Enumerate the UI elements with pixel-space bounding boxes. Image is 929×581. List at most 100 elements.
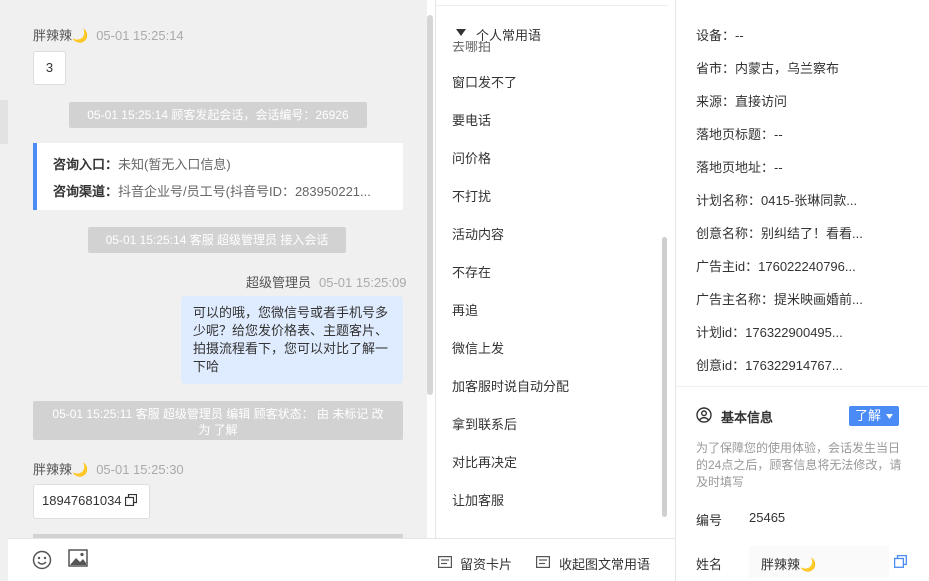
info-value: -- xyxy=(774,127,783,142)
phrase-item[interactable]: 让加客服 xyxy=(452,490,504,509)
info-row-region: 省市：内蒙古，乌兰察布 xyxy=(696,58,839,77)
info-key: 来源： xyxy=(696,94,736,109)
left-strip xyxy=(0,0,8,581)
inquiry-channel-label: 咨询渠道： xyxy=(53,184,119,199)
inquiry-channel-value: 抖音企业号/员工号(抖音号ID：283950221... xyxy=(118,184,371,199)
copy-icon[interactable] xyxy=(125,493,138,507)
phrase-item[interactable]: 问价格 xyxy=(452,148,491,167)
sender-name: 胖辣辣🌙 xyxy=(33,462,89,477)
phrase-item[interactable]: 加客服时说自动分配 xyxy=(452,376,569,395)
caret-down-icon xyxy=(456,29,466,36)
message-time: 05-01 15:25:30 xyxy=(96,462,184,477)
lead-card-button[interactable]: 留资卡片 xyxy=(460,554,512,573)
info-row-landing-title: 落地页标题：-- xyxy=(696,124,783,143)
customer-name-field[interactable]: 胖辣辣🌙 xyxy=(749,546,889,578)
info-value: 176022240796... xyxy=(758,259,856,274)
inquiry-info-card: 咨询入口：未知(暂无入口信息) 咨询渠道：抖音企业号/员工号(抖音号ID：283… xyxy=(33,143,403,210)
info-row-plan-name: 计划名称：0415-张琳同款... xyxy=(696,190,857,209)
agent-message-bubble[interactable]: 可以的哦，您微信号或者手机号多 少呢？给您发价格表、主题客片、 拍摄流程看下，您… xyxy=(181,296,403,384)
card-icon xyxy=(438,556,452,568)
customer-id-label: 编号 xyxy=(696,513,723,528)
user-icon xyxy=(696,407,712,423)
emoji-icon[interactable] xyxy=(32,550,52,570)
phrase-item[interactable]: 要电话 xyxy=(452,110,491,129)
phrase-item[interactable]: 窗口发不了 xyxy=(452,72,517,91)
info-row-landing-url: 落地页地址：-- xyxy=(696,157,783,176)
phrases-header[interactable]: 个人常用语 xyxy=(436,0,668,43)
phrases-header-title: 个人常用语 xyxy=(476,28,542,43)
phrase-item[interactable]: 活动内容 xyxy=(452,224,504,243)
collapse-phrases-button[interactable]: 收起图文常用语 xyxy=(559,554,650,573)
info-row-advertiser-name: 广告主名称：提米映画婚前... xyxy=(696,289,863,308)
info-key: 广告主id： xyxy=(696,259,759,274)
section-header-partial xyxy=(696,0,896,4)
info-key: 省市： xyxy=(696,61,736,76)
info-key: 计划名称： xyxy=(696,193,762,208)
info-key: 广告主名称： xyxy=(696,292,775,307)
info-value: 直接访问 xyxy=(735,94,788,109)
info-row-advertiser-id: 广告主id：176022240796... xyxy=(696,256,856,275)
info-value: 别纠结了！看看... xyxy=(761,226,863,241)
system-message: 05-01 15:25:14 顾客发起会话，会话编号：26926 xyxy=(69,102,367,128)
chat-panel[interactable]: 胖辣辣🌙 05-01 15:25:14 3 05-01 15:25:14 顾客发起… xyxy=(8,0,427,538)
inquiry-channel-row: 咨询渠道：抖音企业号/员工号(抖音号ID：283950221... xyxy=(53,178,403,205)
image-icon[interactable] xyxy=(68,549,88,567)
inquiry-entry-label: 咨询入口： xyxy=(53,157,119,172)
sender-name: 胖辣辣🌙 xyxy=(33,28,89,43)
message-text: 18947681034 xyxy=(42,493,122,508)
sender-name: 超级管理员 xyxy=(246,275,312,290)
customer-status-dropdown[interactable]: 了解 xyxy=(849,406,899,426)
message-header: 超级管理员 05-01 15:25:09 xyxy=(246,272,406,291)
customer-message-bubble[interactable]: 18947681034 xyxy=(33,484,150,519)
phrases-scrollbar[interactable] xyxy=(662,237,667,517)
caret-down-icon xyxy=(886,414,893,419)
basic-info-title: 基本信息 xyxy=(721,410,774,425)
info-key: 计划id： xyxy=(696,325,746,340)
edit-notice: 为了保障您的使用体验，会话发生当日的24点之后，顾客信息将无法修改，请及时填写 xyxy=(696,441,902,489)
info-row-plan-id: 计划id：176322900495... xyxy=(696,322,843,341)
phrase-item[interactable]: 不存在 xyxy=(452,262,491,281)
message-line: 少呢？给您发价格表、主题客片、 xyxy=(193,323,389,338)
copy-icon[interactable] xyxy=(894,555,907,568)
inquiry-entry-row: 咨询入口：未知(暂无入口信息) xyxy=(53,151,403,178)
message-header: 胖辣辣🌙 05-01 15:25:30 xyxy=(33,459,184,478)
customer-info-panel: 设备：-- 省市：内蒙古，乌兰察布 来源：直接访问 落地页标题：-- 落地页地址… xyxy=(675,0,929,581)
chat-scrollbar[interactable] xyxy=(427,15,433,395)
customer-name-label: 姓名 xyxy=(696,557,723,572)
phrase-item[interactable]: 拿到联系后 xyxy=(452,414,517,433)
chat-workspace: 胖辣辣🌙 05-01 15:25:14 3 05-01 15:25:14 顾客发起… xyxy=(0,0,929,581)
info-value: 内蒙古，乌兰察布 xyxy=(735,61,840,76)
info-key: 设备： xyxy=(696,28,736,43)
message-line: 可以的哦，您微信号或者手机号多 xyxy=(193,305,389,320)
info-value: 提米映画婚前... xyxy=(774,292,863,307)
phrase-item[interactable]: 对比再决定 xyxy=(452,452,517,471)
divider xyxy=(676,386,929,387)
info-value: 176322914767... xyxy=(745,358,843,373)
left-strip-notch xyxy=(0,100,8,144)
customer-name-value: 胖辣辣🌙 xyxy=(761,557,817,572)
message-time: 05-01 15:25:14 xyxy=(96,28,184,43)
info-value: 176322900495... xyxy=(745,325,843,340)
info-row-source: 来源：直接访问 xyxy=(696,91,787,110)
message-line: 下哈 xyxy=(193,359,220,374)
message-line: 拍摄流程看下，您可以对比了解一 xyxy=(193,341,389,356)
phrases-panel: 去哪拍 个人常用语 窗口发不了 要电话 问价格 不打扰 活动内容 不存在 再追 … xyxy=(435,0,675,538)
chat-toolbar: 留资卡片 收起图文常用语 xyxy=(8,538,675,581)
customer-status-label: 了解 xyxy=(855,408,882,423)
customer-message-bubble[interactable]: 3 xyxy=(33,51,66,85)
collapse-icon xyxy=(536,556,550,568)
message-header: 胖辣辣🌙 05-01 15:25:14 xyxy=(33,25,184,44)
info-key: 落地页标题： xyxy=(696,127,775,142)
info-key: 落地页地址： xyxy=(696,160,775,175)
info-value: 0415-张琳同款... xyxy=(761,193,858,208)
system-message: 05-01 15:25:14 客服 超级管理员 接入会话 xyxy=(88,227,346,253)
inquiry-entry-value: 未知(暂无入口信息) xyxy=(118,157,231,172)
phrase-item[interactable]: 不打扰 xyxy=(452,186,491,205)
info-key: 创意id： xyxy=(696,358,746,373)
phrase-item[interactable]: 微信上发 xyxy=(452,338,504,357)
message-time: 05-01 15:25:09 xyxy=(319,275,407,290)
info-row-creative-id: 创意id：176322914767... xyxy=(696,355,843,374)
phrase-item[interactable]: 再追 xyxy=(452,300,478,319)
info-value: -- xyxy=(774,160,783,175)
info-row-creative-name: 创意名称：别纠结了！看看... xyxy=(696,223,863,242)
